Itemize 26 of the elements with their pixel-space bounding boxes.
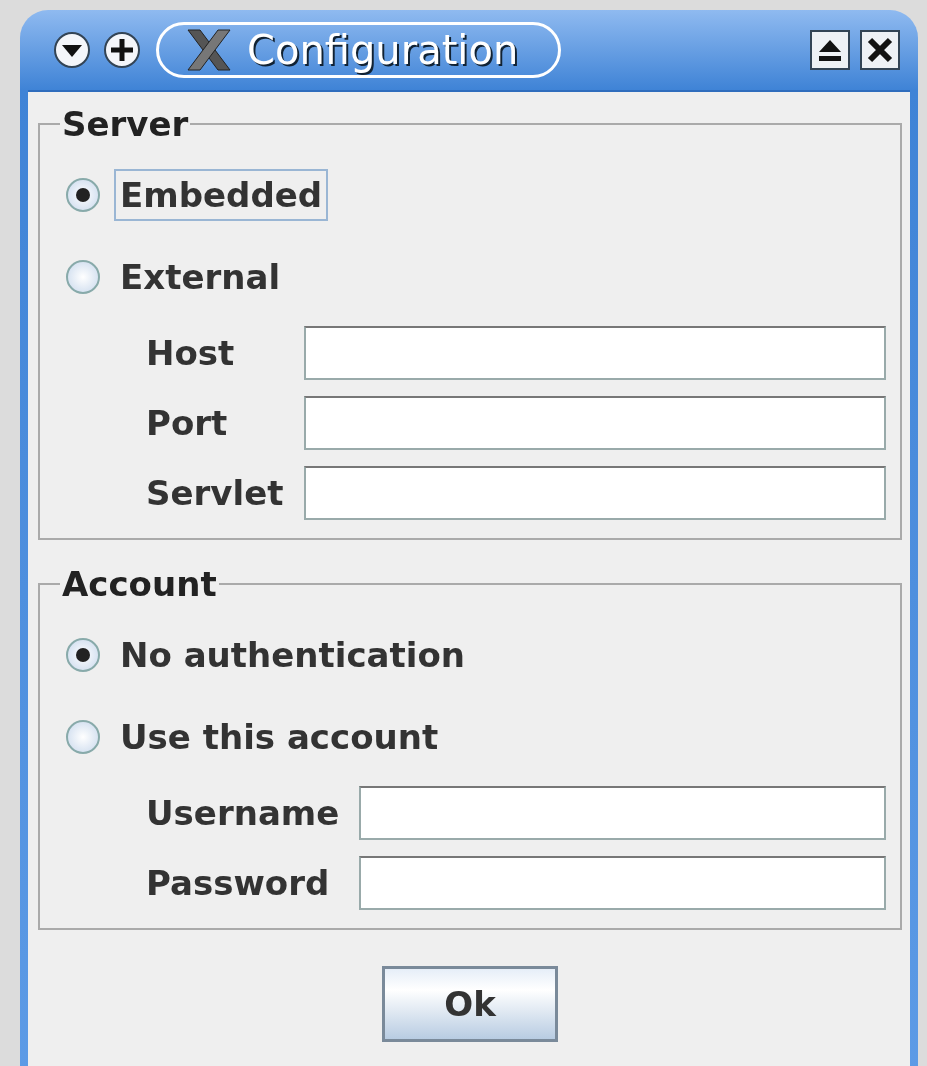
- radio-label[interactable]: No authentication: [114, 629, 471, 681]
- ok-button[interactable]: Ok: [382, 966, 558, 1042]
- radio-button[interactable]: [66, 178, 100, 212]
- field-label: Password: [146, 863, 331, 903]
- input-field[interactable]: [359, 786, 886, 840]
- radio-label[interactable]: Embedded: [114, 169, 329, 221]
- radio-button[interactable]: [66, 260, 100, 294]
- input-field[interactable]: [304, 466, 886, 520]
- menu-down-icon[interactable]: [52, 30, 92, 70]
- radio-label[interactable]: External: [114, 251, 287, 303]
- radio-label[interactable]: Use this account: [114, 711, 445, 763]
- field-label: Host: [146, 333, 236, 373]
- field-label: Servlet: [146, 473, 284, 513]
- group-legend: Server: [60, 104, 191, 144]
- plus-icon[interactable]: [102, 30, 142, 70]
- window-title: Configuration: [247, 27, 519, 73]
- group-legend: Account: [60, 564, 219, 604]
- field-label: Username: [146, 793, 340, 833]
- field-label: Port: [146, 403, 229, 443]
- maximize-icon[interactable]: [810, 30, 850, 70]
- input-field[interactable]: [304, 396, 886, 450]
- input-field[interactable]: [304, 326, 886, 380]
- radio-button[interactable]: [66, 720, 100, 754]
- radio-button[interactable]: [66, 638, 100, 672]
- close-icon[interactable]: [860, 30, 900, 70]
- input-field[interactable]: [359, 856, 886, 910]
